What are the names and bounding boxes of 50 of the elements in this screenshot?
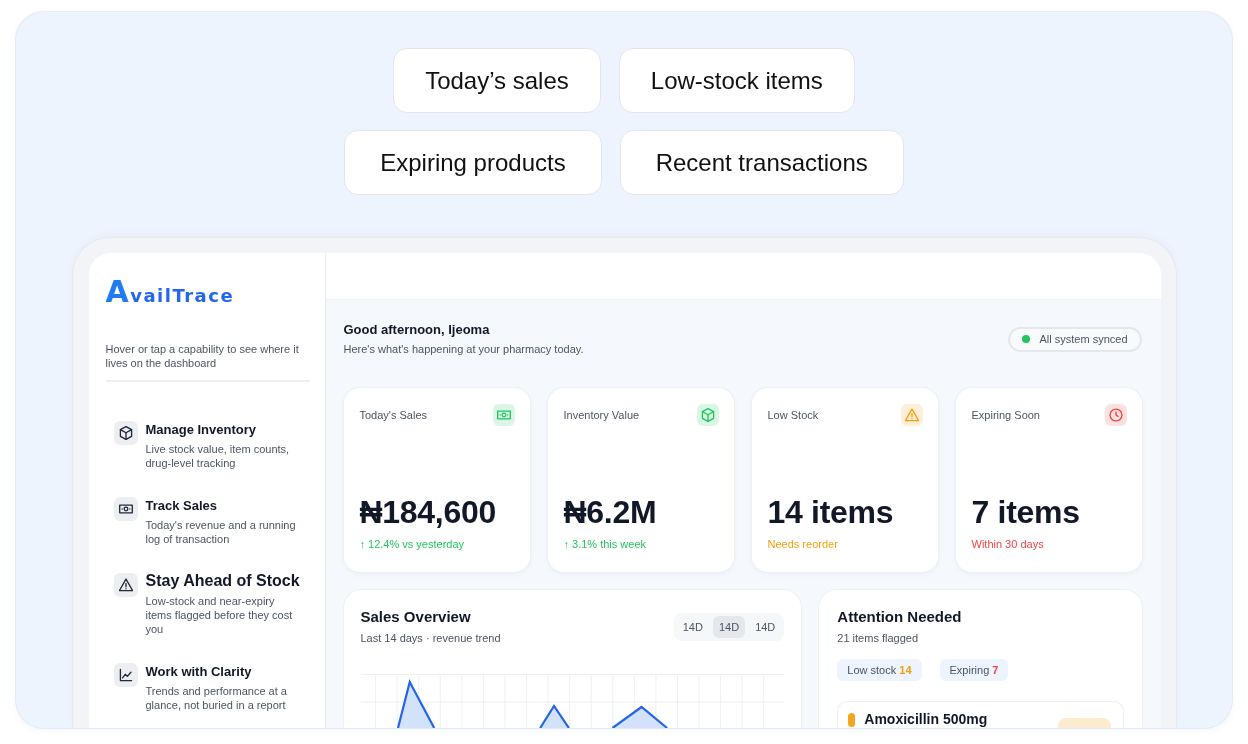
capability-description: Today's revenue and a running log of transaction (145, 517, 297, 546)
stat-value: 7 items (971, 494, 1081, 530)
sync-status-label: All system synced (1039, 333, 1128, 345)
stat-label: Low Stock (767, 408, 819, 422)
status-dot-icon (1022, 335, 1031, 343)
cube-icon (113, 420, 138, 445)
greeting-subtitle: Here's what's happening at your pharmacy today. (343, 342, 584, 356)
card-subtitle: Last 14 days · revenue trend (360, 631, 501, 645)
feature-pill: Low-stock items (618, 48, 855, 113)
cash-icon (492, 404, 515, 426)
warning-icon (900, 404, 923, 426)
feature-pill: Today’s sales (393, 48, 601, 113)
capability-title[interactable]: Track Sales (145, 497, 218, 514)
capability-title[interactable]: Manage Inventory (145, 421, 257, 438)
stat-label: Inventory Value (563, 408, 640, 422)
stat-note: Needs reorder (767, 537, 839, 551)
greeting-title: Good afternoon, Ijeoma (343, 322, 491, 338)
range-tab[interactable]: 14D (712, 616, 746, 638)
sidebar-hint: Hover or tap a capability to see where it lives on the dashboard (105, 342, 300, 370)
warning-icon (113, 572, 138, 597)
brand-logo: AvailTrace (105, 277, 235, 311)
stat-note: Within 30 days (971, 537, 1045, 551)
range-tab[interactable]: 14D (749, 616, 782, 638)
line-chart-icon (113, 662, 138, 687)
card-title: Sales Overview (360, 608, 472, 626)
card-title: Attention Needed (837, 608, 963, 626)
stock-item-card[interactable]: Amoxicillin 500mg (837, 701, 1124, 728)
feature-pill: Expiring products (344, 130, 602, 195)
card-subtitle: 21 items flagged (837, 631, 920, 645)
filter-chip[interactable]: Low stock 14 (837, 659, 922, 681)
stat-value: ₦6.2M (563, 494, 658, 530)
stat-value: 14 items (767, 494, 895, 530)
feature-pill: Recent transactions (619, 130, 904, 195)
status-badge (1057, 718, 1111, 728)
capability-title[interactable]: Stay Ahead of Stock (145, 570, 300, 590)
capability-description: Live stock value, item counts, drug-level tracking (145, 441, 291, 470)
stat-value: ₦184,600 (359, 494, 497, 530)
stat-label: Expiring Soon (971, 408, 1040, 422)
capability-description: Trends and performance at a glance, not buried in a report (145, 683, 288, 712)
stat-note: ↑ 3.1% this week (563, 537, 648, 551)
stat-label: Today's Sales (359, 408, 428, 422)
clock-icon (1104, 404, 1127, 426)
capability-description: Low-stock and near-expiry items flagged before they cost you (145, 593, 294, 636)
stat-note: ↑ 12.4% vs yesterday (359, 537, 466, 551)
filter-chip[interactable]: Expiring 7 (939, 659, 1009, 681)
item-name: Amoxicillin 500mg (864, 712, 988, 727)
capability-title[interactable]: Work with Clarity (145, 663, 252, 680)
cube-icon (696, 404, 719, 426)
cash-icon (113, 496, 138, 521)
range-tab[interactable]: 14D (676, 616, 709, 638)
